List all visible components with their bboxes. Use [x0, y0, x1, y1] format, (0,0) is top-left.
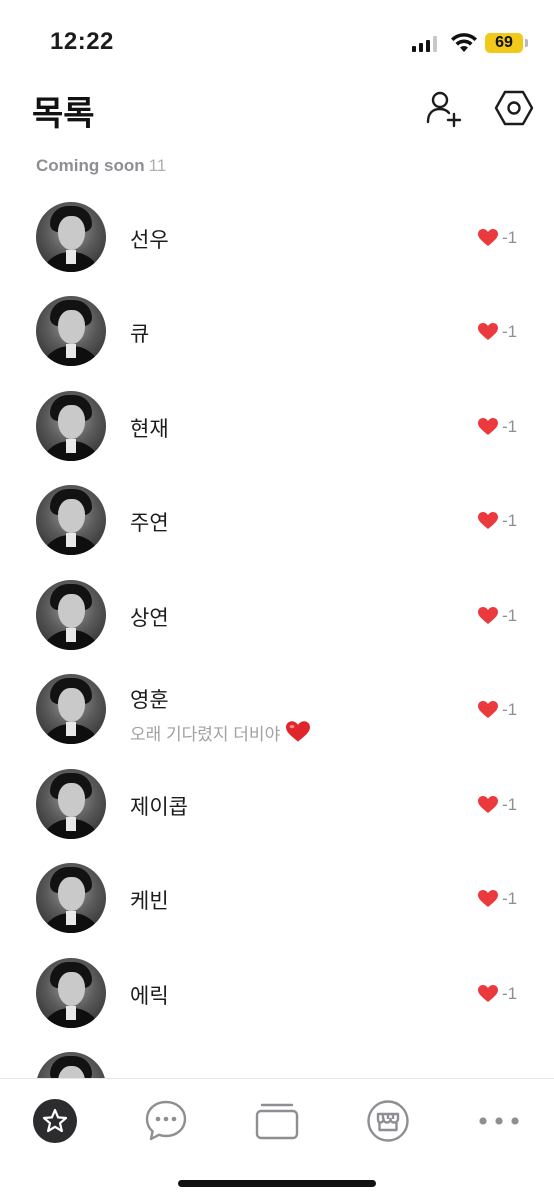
friend-row[interactable]: 상연 -1 [0, 568, 554, 662]
heart-icon [478, 323, 498, 340]
friend-row[interactable]: 영훈 오래 기다렸지 더비야 -1 [0, 662, 554, 756]
page-title: 목록 [32, 95, 95, 133]
battery-level: 69 [485, 33, 523, 53]
section-title: Coming soon [36, 156, 145, 175]
avatar[interactable] [36, 296, 106, 366]
heart-icon [478, 229, 498, 246]
tab-friends[interactable] [33, 1099, 77, 1143]
like-count: -1 [502, 322, 518, 341]
like-badge: -1 [478, 227, 517, 249]
status-message-text: 오래 기다렸지 더비야 [130, 725, 281, 744]
friend-row[interactable]: 케빈 -1 [0, 851, 554, 945]
avatar[interactable] [36, 769, 106, 839]
avatar[interactable] [36, 1052, 106, 1080]
like-badge: -1 [478, 699, 517, 721]
add-friend-button[interactable] [424, 88, 464, 128]
heart-icon [478, 890, 498, 907]
chat-bubble-icon [145, 1100, 187, 1141]
hexagon-settings-icon [494, 90, 534, 126]
more-dots-icon [479, 1117, 519, 1125]
heart-icon [478, 512, 498, 529]
friend-row[interactable]: 선우 -1 [0, 190, 554, 284]
red-heart-emoji-icon [286, 721, 311, 742]
friend-name: 케빈 [130, 890, 169, 913]
friend-row[interactable]: 에릭 -1 [0, 946, 554, 1040]
like-count: -1 [502, 511, 518, 530]
like-count: -1 [502, 417, 518, 436]
heart-icon [478, 985, 498, 1002]
avatar[interactable] [36, 580, 106, 650]
status-message: 오래 기다렸지 더비야 [130, 720, 311, 745]
cellular-signal-icon [412, 36, 438, 52]
settings-button[interactable] [494, 88, 534, 128]
status-bar: 12:22 69 [0, 0, 554, 80]
like-count: -1 [502, 606, 518, 625]
like-badge: -1 [478, 605, 517, 627]
friend-row[interactable] [0, 1040, 554, 1080]
heart-icon [478, 701, 498, 718]
friend-name: 선우 [130, 229, 169, 252]
heart-icon [478, 796, 498, 813]
friend-row[interactable]: 주연 -1 [0, 473, 554, 567]
friend-name: 큐 [130, 323, 150, 346]
friend-name: 영훈 [130, 689, 169, 712]
tab-chats[interactable] [144, 1099, 188, 1143]
avatar[interactable] [36, 202, 106, 272]
avatar[interactable] [36, 674, 106, 744]
friend-row[interactable]: 큐 -1 [0, 284, 554, 378]
shop-icon [367, 1100, 409, 1142]
like-badge: -1 [478, 794, 517, 816]
avatar[interactable] [36, 391, 106, 461]
heart-icon [478, 418, 498, 435]
friend-name: 상연 [130, 607, 169, 630]
friend-name: 현재 [130, 418, 169, 441]
avatar[interactable] [36, 485, 106, 555]
like-count: -1 [502, 228, 518, 247]
person-add-icon [426, 91, 462, 128]
like-badge: -1 [478, 321, 517, 343]
section-count: 11 [148, 156, 167, 175]
friend-row[interactable]: 현재 -1 [0, 379, 554, 473]
tab-shopping[interactable] [366, 1099, 410, 1143]
friend-name: 주연 [130, 512, 169, 535]
home-indicator [178, 1180, 376, 1187]
like-badge: -1 [478, 983, 517, 1005]
friend-row[interactable]: 제이콥 -1 [0, 757, 554, 851]
section-header: Coming soon 11 [36, 156, 166, 176]
like-count: -1 [502, 795, 518, 814]
tab-more[interactable] [477, 1099, 521, 1143]
heart-icon [478, 607, 498, 624]
friend-list[interactable]: 선우 -1 큐 -1 현재 -1 주연 -1 상연 -1 영훈 오래 기다렸지 … [0, 190, 554, 1080]
friend-name: 에릭 [130, 985, 169, 1008]
cards-icon [255, 1103, 299, 1140]
like-count: -1 [502, 984, 518, 1003]
tab-view[interactable] [255, 1099, 299, 1143]
like-badge: -1 [478, 416, 517, 438]
battery-tip [525, 39, 528, 47]
like-count: -1 [502, 700, 518, 719]
status-time: 12:22 [50, 28, 114, 55]
avatar[interactable] [36, 958, 106, 1028]
like-badge: -1 [478, 888, 517, 910]
avatar[interactable] [36, 863, 106, 933]
wifi-icon [451, 33, 477, 52]
like-badge: -1 [478, 510, 517, 532]
friend-name: 제이콥 [130, 796, 188, 819]
like-count: -1 [502, 889, 518, 908]
